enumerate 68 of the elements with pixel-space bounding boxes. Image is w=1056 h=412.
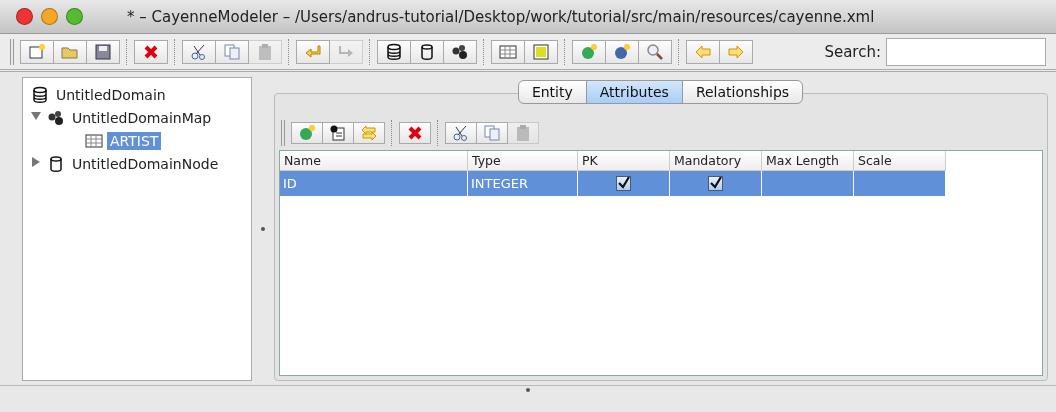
note-icon (329, 124, 347, 142)
cut-button[interactable] (182, 39, 216, 64)
close-button[interactable] (16, 8, 33, 25)
find-button[interactable] (638, 39, 672, 64)
splitter-handle[interactable] (261, 227, 265, 231)
attribute-button[interactable] (322, 122, 354, 144)
undo-button[interactable] (296, 39, 330, 64)
tab[interactable]: Attributes (585, 80, 683, 104)
window-title: * – CayenneModeler – /Users/andrus-tutorial/Desktop/work/tutorial/src/main/resources/cayenne.xml (127, 7, 875, 26)
new-button[interactable] (20, 39, 54, 64)
new-file-icon (28, 42, 46, 61)
scissors-icon (190, 42, 208, 61)
tab[interactable]: Relationships (681, 80, 804, 104)
forward-button[interactable] (719, 39, 753, 64)
database-stack-icon (31, 85, 49, 104)
domain-button[interactable] (377, 39, 411, 64)
remove-button[interactable] (134, 39, 168, 64)
copy-button[interactable] (215, 39, 249, 64)
embeddable-button[interactable] (524, 39, 558, 64)
column-header[interactable]: Scale (854, 151, 946, 171)
square-grid-icon (532, 42, 550, 61)
add-ball-icon (613, 42, 631, 61)
entity-button[interactable] (491, 39, 525, 64)
add-circle-icon (298, 124, 316, 142)
tab[interactable]: Entity (517, 80, 587, 104)
database-stack-icon (385, 42, 403, 61)
object-entity-button[interactable] (572, 39, 606, 64)
checkbox[interactable] (616, 176, 631, 191)
data-map-button[interactable] (443, 39, 477, 64)
tree-item[interactable]: UntitledDomainMap (69, 108, 215, 127)
data-node-button[interactable] (410, 39, 444, 64)
delete-icon (406, 124, 424, 142)
search-icon (646, 42, 664, 61)
column-header[interactable]: Max Length (762, 151, 854, 171)
column-header[interactable]: Name (280, 151, 468, 171)
embeddable-entity-button[interactable] (605, 39, 639, 64)
column-header[interactable]: PK (578, 151, 670, 171)
back-button[interactable] (686, 39, 720, 64)
copy-icon (223, 42, 241, 61)
table-icon (499, 42, 517, 61)
search-field[interactable] (886, 37, 1046, 66)
tree-item[interactable]: UntitledDomain (53, 85, 169, 104)
tree-item[interactable]: UntitledDomainNode (69, 154, 222, 173)
table-cell: INTEGER (468, 171, 578, 196)
swap-arrows-icon (360, 124, 378, 142)
clipboard-icon (514, 124, 532, 142)
column-header[interactable]: Type (468, 151, 578, 171)
copy-button[interactable] (476, 122, 508, 144)
minimize-button[interactable] (41, 8, 58, 25)
molecule-icon (451, 42, 469, 61)
zoom-button[interactable] (66, 8, 83, 25)
curved-arrow-left-icon (304, 42, 322, 61)
cylinder-icon (47, 154, 65, 173)
add-circle-icon (580, 42, 598, 61)
column-header[interactable]: Mandatory (670, 151, 762, 171)
scissors-icon (452, 124, 470, 142)
remove-button[interactable] (399, 122, 431, 144)
cut-button[interactable] (445, 122, 477, 144)
search-label: Search: (824, 42, 881, 61)
cylinder-icon (418, 42, 436, 61)
copy-icon (483, 124, 501, 142)
checkbox[interactable] (708, 176, 723, 191)
table-icon (85, 131, 103, 150)
splitter-handle[interactable] (526, 388, 530, 392)
save-button[interactable] (86, 39, 120, 64)
molecule-icon (47, 108, 65, 127)
clipboard-icon (256, 42, 274, 61)
table-cell: ID (280, 171, 468, 196)
